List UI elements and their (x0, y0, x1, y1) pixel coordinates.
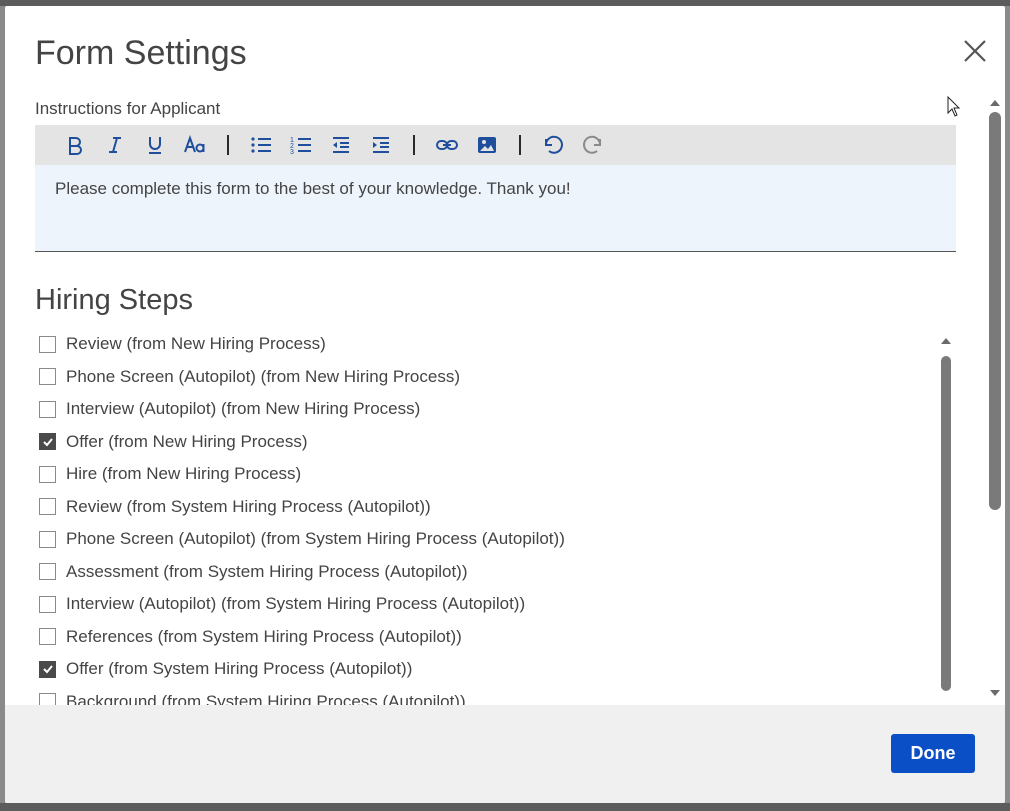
close-icon (964, 40, 986, 62)
close-button[interactable] (960, 36, 990, 66)
hiring-step-label: Interview (Autopilot) (from System Hirin… (66, 594, 526, 614)
font-size-button[interactable] (175, 125, 215, 165)
hiring-step-label: Review (from System Hiring Process (Auto… (66, 496, 431, 516)
redo-icon (583, 135, 602, 154)
toolbar-divider (227, 135, 229, 155)
hiring-step-row[interactable]: Phone Screen (Autopilot) (from New Hirin… (39, 361, 949, 394)
hiring-step-checkbox[interactable] (39, 465, 56, 483)
hiring-step-checkbox[interactable] (39, 563, 56, 581)
hiring-step-label: Assessment (from System Hiring Process (… (66, 561, 468, 581)
link-icon (436, 140, 458, 150)
hiring-step-checkbox[interactable] (39, 335, 56, 353)
bullet-list-button[interactable] (241, 125, 281, 165)
image-button[interactable] (467, 125, 507, 165)
hiring-step-checkbox[interactable] (39, 433, 56, 451)
numbered-list-button[interactable]: 123 (281, 125, 321, 165)
font-size-icon (184, 135, 205, 153)
hiring-steps-scrollbar[interactable] (939, 336, 953, 705)
checkmark-icon (42, 438, 53, 447)
hiring-step-label: Phone Screen (Autopilot) (from System Hi… (66, 529, 565, 549)
svg-text:3: 3 (290, 149, 294, 155)
indent-button[interactable] (361, 125, 401, 165)
modal-scroll-area[interactable]: Instructions for Applicant 1 2 3 Please … (5, 92, 1005, 705)
editor-content[interactable]: Please complete this form to the best of… (35, 165, 956, 252)
instructions-label: Instructions for Applicant (35, 99, 221, 118)
bullet-list-icon (251, 137, 271, 153)
checkmark-icon (42, 665, 53, 674)
hiring-step-row[interactable]: Background (from System Hiring Process (… (39, 686, 949, 705)
scroll-up-arrow-icon[interactable] (940, 336, 952, 346)
hiring-step-checkbox[interactable] (39, 400, 56, 418)
hiring-step-checkbox[interactable] (39, 530, 56, 548)
modal-footer: Done (5, 705, 1005, 803)
hiring-step-checkbox[interactable] (39, 368, 56, 386)
modal-scroll-thumb[interactable] (989, 112, 1001, 510)
hiring-step-label: Hire (from New Hiring Process) (66, 464, 302, 484)
undo-button[interactable] (533, 125, 573, 165)
image-icon (478, 137, 496, 153)
hiring-step-row[interactable]: Offer (from System Hiring Process (Autop… (39, 653, 949, 686)
hiring-steps-scroll-thumb[interactable] (941, 356, 951, 691)
modal-title: Form Settings (35, 34, 247, 72)
hiring-step-label: Interview (Autopilot) (from New Hiring P… (66, 399, 421, 419)
background-strip (0, 803, 1010, 811)
toolbar-divider (413, 135, 415, 155)
italic-button[interactable] (95, 125, 135, 165)
hiring-step-label: Phone Screen (Autopilot) (from New Hirin… (66, 366, 460, 386)
hiring-step-row[interactable]: Phone Screen (Autopilot) (from System Hi… (39, 523, 949, 556)
form-settings-modal: Form Settings Instructions for Applicant (5, 6, 1005, 803)
hiring-step-row[interactable]: Interview (Autopilot) (from System Hirin… (39, 588, 949, 621)
hiring-step-label: Offer (from System Hiring Process (Autop… (66, 659, 413, 679)
hiring-step-label: References (from System Hiring Process (… (66, 626, 462, 646)
indent-icon (373, 137, 389, 153)
hiring-step-checkbox[interactable] (39, 595, 56, 613)
redo-button[interactable] (573, 125, 613, 165)
hiring-step-row[interactable]: Review (from New Hiring Process) (39, 328, 949, 361)
done-button[interactable]: Done (891, 734, 975, 773)
undo-icon (544, 135, 563, 154)
hiring-step-checkbox[interactable] (39, 498, 56, 516)
toolbar-divider (519, 135, 521, 155)
mouse-cursor-icon (947, 96, 961, 117)
numbered-list-icon: 123 (290, 137, 311, 155)
outdent-button[interactable] (321, 125, 361, 165)
bold-button[interactable] (55, 125, 95, 165)
hiring-step-row[interactable]: Hire (from New Hiring Process) (39, 458, 949, 491)
hiring-step-label: Background (from System Hiring Process (… (66, 691, 466, 705)
hiring-step-row[interactable]: Offer (from New Hiring Process) (39, 426, 949, 459)
underline-icon (149, 137, 161, 154)
hiring-step-label: Review (from New Hiring Process) (66, 334, 326, 354)
underline-button[interactable] (135, 125, 175, 165)
hiring-step-checkbox[interactable] (39, 660, 56, 678)
hiring-step-label: Offer (from New Hiring Process) (66, 431, 308, 451)
bold-icon (69, 137, 82, 155)
hiring-step-checkbox[interactable] (39, 628, 56, 646)
italic-icon (109, 137, 121, 153)
scroll-down-arrow-icon[interactable] (989, 688, 1001, 698)
hiring-step-row[interactable]: Interview (Autopilot) (from New Hiring P… (39, 393, 949, 426)
editor-toolbar: 123 (35, 125, 956, 165)
hiring-step-row[interactable]: Assessment (from System Hiring Process (… (39, 556, 949, 589)
modal-scrollbar[interactable] (987, 92, 1003, 705)
hiring-step-row[interactable]: Review (from System Hiring Process (Auto… (39, 491, 949, 524)
outdent-icon (333, 137, 349, 153)
hiring-step-checkbox[interactable] (39, 693, 56, 705)
hiring-steps-title: Hiring Steps (35, 284, 193, 316)
scroll-up-arrow-icon[interactable] (989, 98, 1001, 108)
hiring-step-row[interactable]: References (from System Hiring Process (… (39, 621, 949, 654)
rich-text-editor: 123 Please complete this form to the bes… (35, 125, 956, 252)
link-button[interactable] (427, 125, 467, 165)
hiring-steps-list[interactable]: Review (from New Hiring Process) Phone Sc… (39, 328, 949, 705)
